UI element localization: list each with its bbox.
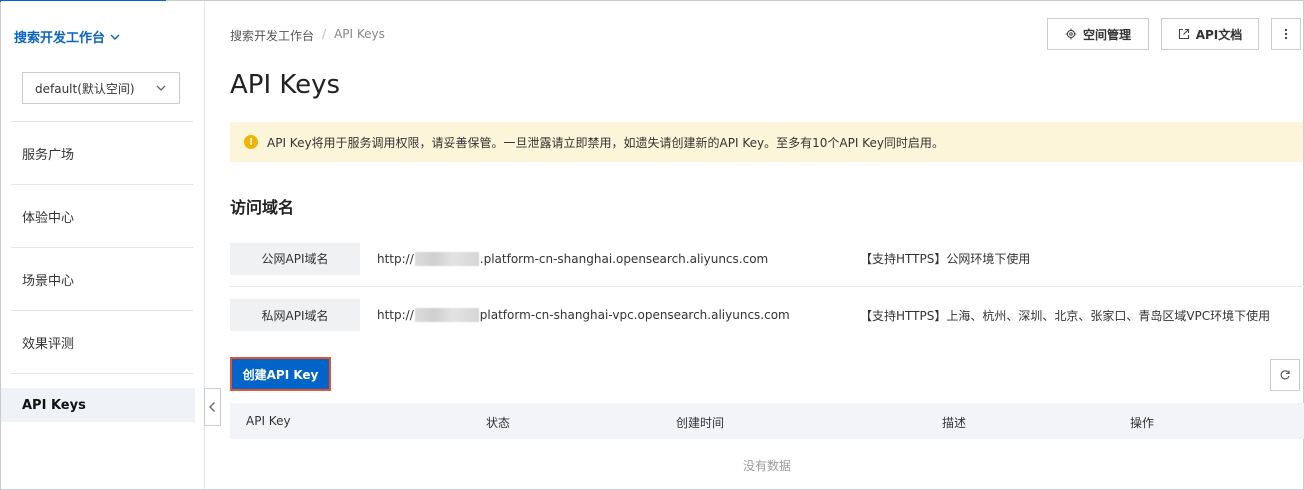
- section-title-access-domain: 访问域名: [230, 198, 295, 217]
- sidebar-item-label: 体验中心: [22, 210, 75, 226]
- sidebar-item-api-keys[interactable]: API Keys: [1, 388, 195, 422]
- gear-icon: [1065, 28, 1077, 40]
- empty-state-text: 没有数据: [742, 459, 791, 473]
- chevron-down-icon: [156, 85, 166, 91]
- domain-note: 【支持HTTPS】公网环境下使用: [860, 252, 1031, 266]
- domain-url-suffix: platform-cn-shanghai-vpc.opensearch.aliy…: [479, 308, 790, 322]
- domain-url-prefix: http://: [377, 251, 414, 266]
- sidebar: 搜索开发工作台 default(默认空间) 服务广场 体验中心 场景中心 效果评…: [1, 1, 205, 489]
- breadcrumb-current: API Keys: [334, 27, 385, 41]
- column-header-created-time: 创建时间: [676, 416, 725, 430]
- api-doc-label: API文档: [1195, 27, 1243, 42]
- more-menu-button[interactable]: [1271, 18, 1301, 50]
- domain-label: 私网API域名: [230, 299, 360, 331]
- domain-url-suffix: .platform-cn-shanghai.opensearch.aliyunc…: [479, 251, 769, 266]
- domain-url: http:// .platform-cn-shanghai.opensearch…: [377, 251, 860, 266]
- sidebar-item-experience-center[interactable]: 体验中心: [11, 184, 193, 247]
- column-header-api-key: API Key: [246, 414, 291, 428]
- redacted-mask: [414, 251, 479, 266]
- api-doc-button[interactable]: API文档: [1161, 18, 1259, 50]
- column-header-status: 状态: [486, 416, 511, 430]
- space-select[interactable]: default(默认空间): [22, 72, 180, 104]
- workspace-title: 搜索开发工作台: [14, 31, 106, 46]
- refresh-icon: [1280, 370, 1290, 380]
- sidebar-item-label: 服务广场: [22, 147, 75, 163]
- redacted-mask: [414, 308, 479, 322]
- warning-alert: ! API Key将用于服务调用权限，请妥善保管。一旦泄露请立即禁用，如遗失请创…: [230, 122, 1303, 162]
- column-header-description: 描述: [942, 416, 967, 430]
- sidebar-item-scene-center[interactable]: 场景中心: [11, 247, 193, 310]
- table-header: API Key 状态 创建时间 描述 操作: [230, 403, 1304, 439]
- sidebar-item-label: 效果评测: [22, 336, 75, 352]
- sidebar-item-evaluation[interactable]: 效果评测: [11, 310, 193, 373]
- sidebar-item-label: API Keys: [22, 397, 86, 413]
- domain-note: 【支持HTTPS】上海、杭州、深圳、北京、张家口、青岛区域VPC环境下使用: [860, 308, 1271, 323]
- top-actions: 空间管理 API文档: [1047, 18, 1301, 50]
- warning-icon: !: [244, 135, 258, 149]
- domain-label: 公网API域名: [230, 242, 360, 275]
- page-title: API Keys: [230, 70, 341, 100]
- alert-text: API Key将用于服务调用权限，请妥善保管。一旦泄露请立即禁用，如遗失请创建新…: [267, 135, 944, 150]
- workspace-switcher[interactable]: 搜索开发工作台: [14, 27, 121, 46]
- domain-row-public: 公网API域名 http:// .platform-cn-shanghai.op…: [230, 231, 1304, 287]
- sidebar-item-service-square[interactable]: 服务广场: [11, 121, 193, 184]
- space-manage-button[interactable]: 空间管理: [1047, 18, 1149, 50]
- domain-row-private: 私网API域名 http:// platform-cn-shanghai-vpc…: [230, 295, 1304, 335]
- breadcrumb: 搜索开发工作台 / API Keys: [230, 27, 385, 44]
- space-manage-label: 空间管理: [1082, 27, 1131, 42]
- breadcrumb-separator: /: [322, 27, 327, 41]
- refresh-button[interactable]: [1270, 359, 1300, 391]
- column-header-actions: 操作: [1130, 416, 1155, 430]
- more-vertical-icon: [1284, 28, 1288, 40]
- domain-url: http:// platform-cn-shanghai-vpc.opensea…: [377, 308, 860, 322]
- breadcrumb-root[interactable]: 搜索开发工作台: [230, 27, 314, 44]
- external-link-icon: [1178, 28, 1189, 40]
- chevron-down-icon: [110, 34, 120, 40]
- main-content: 搜索开发工作台 / API Keys 空间管理 API文档 API Keys !…: [206, 0, 1304, 490]
- domain-url-prefix: http://: [377, 308, 414, 322]
- create-api-key-button[interactable]: 创建API Key: [230, 357, 331, 391]
- space-select-value: default(默认空间): [35, 81, 135, 96]
- divider: [11, 373, 193, 374]
- sidebar-item-label: 场景中心: [22, 273, 75, 289]
- sidebar-nav: 服务广场 体验中心 场景中心 效果评测 API Keys: [1, 121, 195, 422]
